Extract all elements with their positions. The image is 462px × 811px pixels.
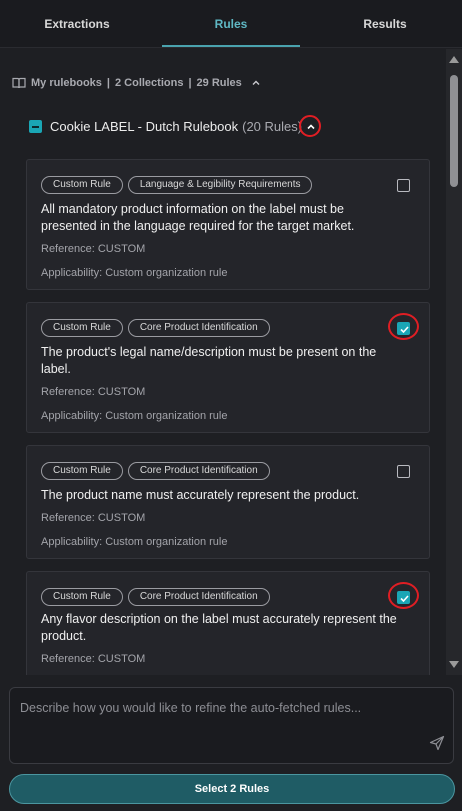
separator: | [188, 77, 192, 89]
rule-tag: Core Product Identification [127, 319, 270, 337]
rule-text: The product's legal name/description mus… [41, 345, 377, 376]
rule-applicability: Applicability: Custom organization rule [41, 536, 228, 548]
rules-panel: My rulebooks | 2 Collections | 29 Rules … [0, 49, 446, 675]
rule-card[interactable]: Custom Rule Core Product Identification … [26, 445, 430, 559]
tab-extractions[interactable]: Extractions [0, 0, 154, 47]
rulebooks-summary: My rulebooks | 2 Collections | 29 Rules [12, 75, 261, 91]
collection-name: Cookie LABEL - Dutch Rulebook [50, 118, 239, 134]
rule-card[interactable]: Custom Rule Core Product Identification … [26, 571, 430, 675]
rule-tags: Custom Rule Core Product Identification [41, 462, 270, 480]
book-icon [12, 77, 26, 89]
rule-tag: Custom Rule [41, 588, 123, 606]
scroll-thumb[interactable] [450, 75, 458, 187]
refine-prompt-input[interactable] [20, 698, 420, 718]
highlight-ring [388, 582, 419, 609]
collection-checkbox[interactable] [29, 119, 42, 133]
rule-reference: Reference: CUSTOM [41, 386, 146, 398]
separator: | [106, 77, 110, 89]
rule-tag: Core Product Identification [127, 462, 270, 480]
rule-tag: Language & Legibility Requirements [127, 176, 313, 194]
rule-reference: Reference: CUSTOM [41, 653, 146, 665]
rule-checkbox[interactable] [397, 179, 410, 192]
send-icon[interactable] [428, 734, 446, 752]
rule-text: The product name must accurately represe… [41, 488, 360, 502]
tab-rules[interactable]: Rules [154, 0, 308, 47]
rule-applicability: Applicability: Custom organization rule [41, 410, 228, 422]
rulebooks-label: My rulebooks [31, 77, 102, 89]
rule-text: All mandatory product information on the… [41, 202, 355, 233]
rules-count: 29 Rules [196, 77, 242, 89]
collection-header: Cookie LABEL - Dutch Rulebook (20 Rules) [29, 114, 322, 137]
rule-text: Any flavor description on the label must… [41, 612, 397, 643]
collections-count: 2 Collections [114, 77, 184, 89]
highlight-ring [299, 114, 322, 137]
rule-tag: Custom Rule [41, 176, 123, 194]
rule-tag: Custom Rule [41, 319, 123, 337]
rule-applicability: Applicability: Custom organization rule [41, 267, 228, 279]
rule-tags: Custom Rule Language & Legibility Requir… [41, 176, 313, 194]
rule-tags: Custom Rule Core Product Identification [41, 588, 270, 606]
rule-card[interactable]: Custom Rule Language & Legibility Requir… [26, 159, 430, 290]
rule-card[interactable]: Custom Rule Core Product Identification … [26, 302, 430, 433]
scrollbar[interactable] [446, 49, 462, 675]
rule-reference: Reference: CUSTOM [41, 512, 146, 524]
collapse-collection-button[interactable] [299, 114, 322, 137]
rule-tags: Custom Rule Core Product Identification [41, 319, 270, 337]
rule-tag: Core Product Identification [127, 588, 270, 606]
collection-count: (20 Rules) [242, 118, 303, 134]
select-rules-button[interactable]: Select 2 Rules [9, 774, 455, 804]
tab-results[interactable]: Results [308, 0, 462, 47]
scroll-down-arrow[interactable] [449, 661, 459, 668]
rule-checkbox[interactable] [397, 465, 410, 478]
highlight-ring [388, 313, 419, 340]
rule-tag: Custom Rule [41, 462, 123, 480]
refine-prompt-box [9, 687, 454, 764]
rule-reference: Reference: CUSTOM [41, 243, 146, 255]
scroll-up-arrow[interactable] [449, 56, 459, 63]
active-tab-indicator [162, 45, 300, 47]
tab-bar: Extractions Rules Results [0, 0, 462, 48]
chevron-up-icon[interactable] [251, 78, 261, 88]
